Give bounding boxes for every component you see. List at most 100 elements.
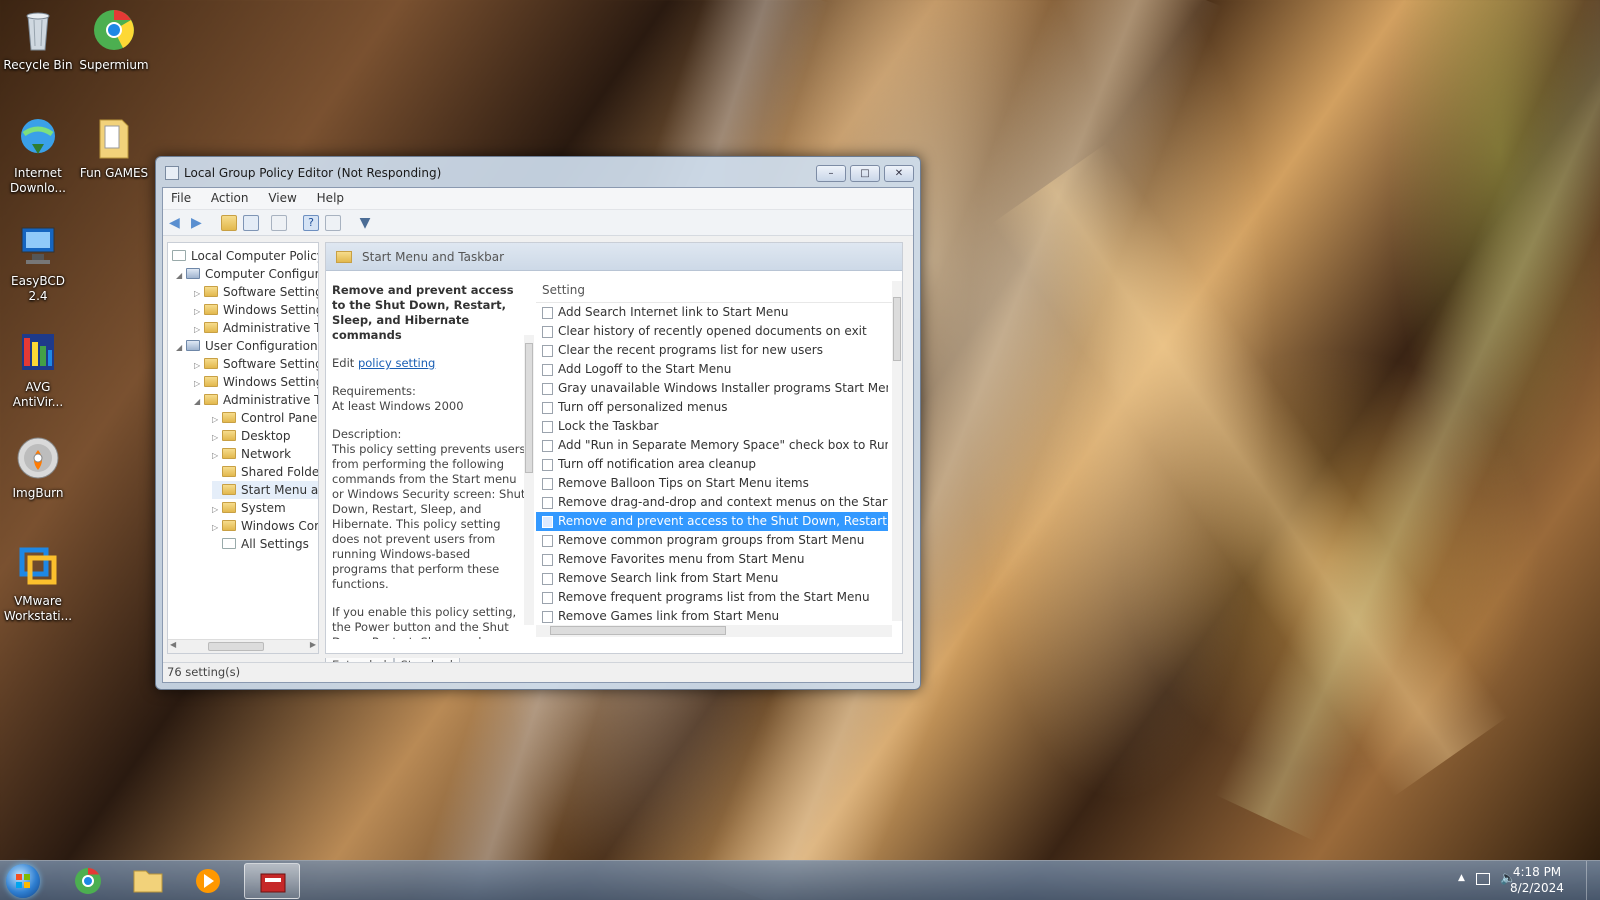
menu-action[interactable]: Action — [203, 188, 257, 208]
tree-node-network[interactable]: ▷ Network — [212, 445, 291, 463]
edit-policy-setting-link[interactable]: policy setting — [358, 356, 435, 370]
collapse-icon[interactable]: ◢ — [176, 267, 186, 285]
setting-row[interactable]: Remove Favorites menu from Start Menu — [536, 550, 888, 569]
tree-node-local-computer-policy[interactable]: Local Computer Policy — [172, 247, 318, 265]
scroll-right-arrow-icon[interactable]: ▶ — [310, 640, 316, 649]
tree-node-control-panel[interactable]: ▷ Control Panel — [212, 409, 318, 427]
tree-node-administrative-templates[interactable]: ◢ Administrative Te — [194, 391, 318, 411]
setting-row[interactable]: Remove frequent programs list from the S… — [536, 588, 888, 607]
start-button[interactable] — [6, 864, 40, 898]
tree-pane[interactable]: Local Computer Policy ◢ Computer Configur… — [167, 242, 319, 654]
taskbar-group-policy-button[interactable] — [244, 863, 300, 899]
group-policy-editor-window[interactable]: Local Group Policy Editor (Not Respondin… — [155, 156, 921, 690]
setting-row[interactable]: Remove Search link from Start Menu — [536, 569, 888, 588]
setting-row[interactable]: Clear the recent programs list for new u… — [536, 341, 888, 360]
policy-setting-icon — [542, 573, 553, 585]
desktop-icon-vmware[interactable]: VMware Workstati... — [0, 542, 76, 624]
scroll-thumb[interactable] — [893, 297, 901, 361]
network-icon[interactable] — [1476, 873, 1490, 885]
list-vertical-scrollbar[interactable] — [892, 281, 902, 621]
tree-node-desktop[interactable]: ▷ Desktop — [212, 427, 291, 445]
tree-node-start-menu-and-taskbar[interactable]: Start Menu ar — [212, 481, 318, 499]
folder-icon — [222, 520, 236, 531]
collapse-icon[interactable]: ◢ — [194, 393, 204, 411]
policy-title: Remove and prevent access to the Shut Do… — [332, 283, 514, 342]
menu-file[interactable]: File — [163, 188, 199, 208]
scroll-thumb[interactable] — [208, 642, 264, 651]
folder-icon — [222, 466, 236, 477]
desktop-icon-easybcd[interactable]: EasyBCD 2.4 — [0, 222, 76, 304]
desktop-icon-supermium[interactable]: Supermium — [76, 6, 152, 73]
setting-row[interactable]: Remove Games link from Start Menu — [536, 607, 888, 626]
desktop-icon-internet-download[interactable]: Internet Downlo... — [0, 114, 76, 196]
window-titlebar[interactable]: Local Group Policy Editor (Not Respondin… — [156, 157, 920, 189]
scroll-thumb[interactable] — [525, 343, 533, 473]
description-scrollbar[interactable] — [524, 335, 534, 625]
show-hidden-icons-icon[interactable]: ▲ — [1458, 873, 1465, 883]
tree-horizontal-scrollbar[interactable]: ◀ ▶ — [168, 639, 318, 653]
show-hide-tree-icon[interactable] — [243, 215, 259, 231]
column-header-setting[interactable]: Setting — [536, 281, 902, 303]
maximize-button[interactable]: □ — [850, 165, 880, 182]
system-tray: ▲ 🔈 4:18 PM 8/2/2024 — [1410, 861, 1600, 900]
status-bar: 76 setting(s) — [163, 662, 913, 682]
window-title: Local Group Policy Editor (Not Respondin… — [184, 166, 442, 180]
scroll-thumb[interactable] — [550, 626, 726, 635]
help-icon[interactable]: ? — [303, 215, 319, 231]
properties-icon[interactable] — [325, 215, 341, 231]
setting-row[interactable]: Remove common program groups from Start … — [536, 531, 888, 550]
desktop-icon-fun-games[interactable]: Fun GAMES — [76, 114, 152, 181]
filter-icon[interactable]: ▼ — [357, 215, 373, 231]
menu-help[interactable]: Help — [309, 188, 352, 208]
tree-node-system[interactable]: ▷ System — [212, 499, 286, 517]
setting-row[interactable]: Remove and prevent access to the Shut Do… — [536, 512, 888, 531]
setting-row[interactable]: Add Search Internet link to Start Menu — [536, 303, 888, 322]
tree-node-windows-components[interactable]: ▷ Windows Cor — [212, 517, 318, 535]
disc-icon — [14, 434, 62, 482]
settings-list[interactable]: Setting Add Search Internet link to Star… — [536, 281, 902, 625]
taskbar-browser-button[interactable] — [60, 863, 116, 899]
up-folder-icon[interactable] — [221, 215, 237, 231]
taskbar-explorer-button[interactable] — [120, 863, 176, 899]
desktop-icon-recycle-bin[interactable]: Recycle Bin — [0, 6, 76, 73]
folder-icon — [204, 358, 218, 369]
setting-row[interactable]: Clear history of recently opened documen… — [536, 322, 888, 341]
setting-row[interactable]: Remove drag-and-drop and context menus o… — [536, 493, 888, 512]
tree-node-all-settings[interactable]: All Settings — [212, 535, 309, 553]
export-list-icon[interactable] — [271, 215, 287, 231]
setting-row[interactable]: Remove Balloon Tips on Start Menu items — [536, 474, 888, 493]
close-button[interactable]: ✕ — [884, 165, 914, 182]
menu-view[interactable]: View — [260, 188, 304, 208]
policy-setting-icon — [542, 554, 553, 566]
clock[interactable]: 4:18 PM 8/2/2024 — [1502, 864, 1572, 896]
scroll-left-arrow-icon[interactable]: ◀ — [170, 640, 176, 649]
desktop-icon-avg[interactable]: AVG AntiVir... — [0, 328, 76, 410]
desktop-icon-imgburn[interactable]: ImgBurn — [0, 434, 76, 501]
folder-icon — [204, 394, 218, 405]
show-desktop-button[interactable] — [1586, 861, 1600, 900]
setting-row[interactable]: Turn off notification area cleanup — [536, 455, 888, 474]
tree-node-shared-folders[interactable]: Shared Folder — [212, 463, 318, 481]
collapse-icon[interactable]: ◢ — [176, 339, 186, 357]
tree-node-computer-configuration[interactable]: ◢ Computer Configura — [176, 265, 318, 285]
policy-setting-icon — [542, 592, 553, 604]
tree-node-windows-settings[interactable]: ▷ Windows Setting — [194, 373, 318, 391]
setting-row[interactable]: Add Logoff to the Start Menu — [536, 360, 888, 379]
back-arrow-icon[interactable]: ◀ — [169, 215, 185, 231]
supermium-icon — [90, 6, 138, 54]
minimize-button[interactable]: – — [816, 165, 846, 182]
setting-row[interactable]: Turn off personalized menus — [536, 398, 888, 417]
tree-node-software-settings[interactable]: ▷ Software Settings — [194, 283, 318, 301]
forward-arrow-icon[interactable]: ▶ — [191, 215, 207, 231]
setting-row[interactable]: Lock the Taskbar — [536, 417, 888, 436]
tree-node-software-settings[interactable]: ▷ Software Settings — [194, 355, 318, 373]
setting-row[interactable]: Gray unavailable Windows Installer progr… — [536, 379, 888, 398]
tree-node-user-configuration[interactable]: ◢ User Configuration — [176, 337, 318, 355]
edit-policy-line: Edit policy setting — [332, 356, 436, 370]
setting-row[interactable]: Add "Run in Separate Memory Space" check… — [536, 436, 888, 455]
list-horizontal-scrollbar[interactable] — [536, 625, 892, 637]
taskbar: ▲ 🔈 4:18 PM 8/2/2024 — [0, 860, 1600, 900]
taskbar-media-player-button[interactable] — [180, 863, 236, 899]
tree-node-windows-settings[interactable]: ▷ Windows Setting — [194, 301, 318, 319]
tree-node-administrative-templates[interactable]: ▷ Administrative Te — [194, 319, 318, 337]
